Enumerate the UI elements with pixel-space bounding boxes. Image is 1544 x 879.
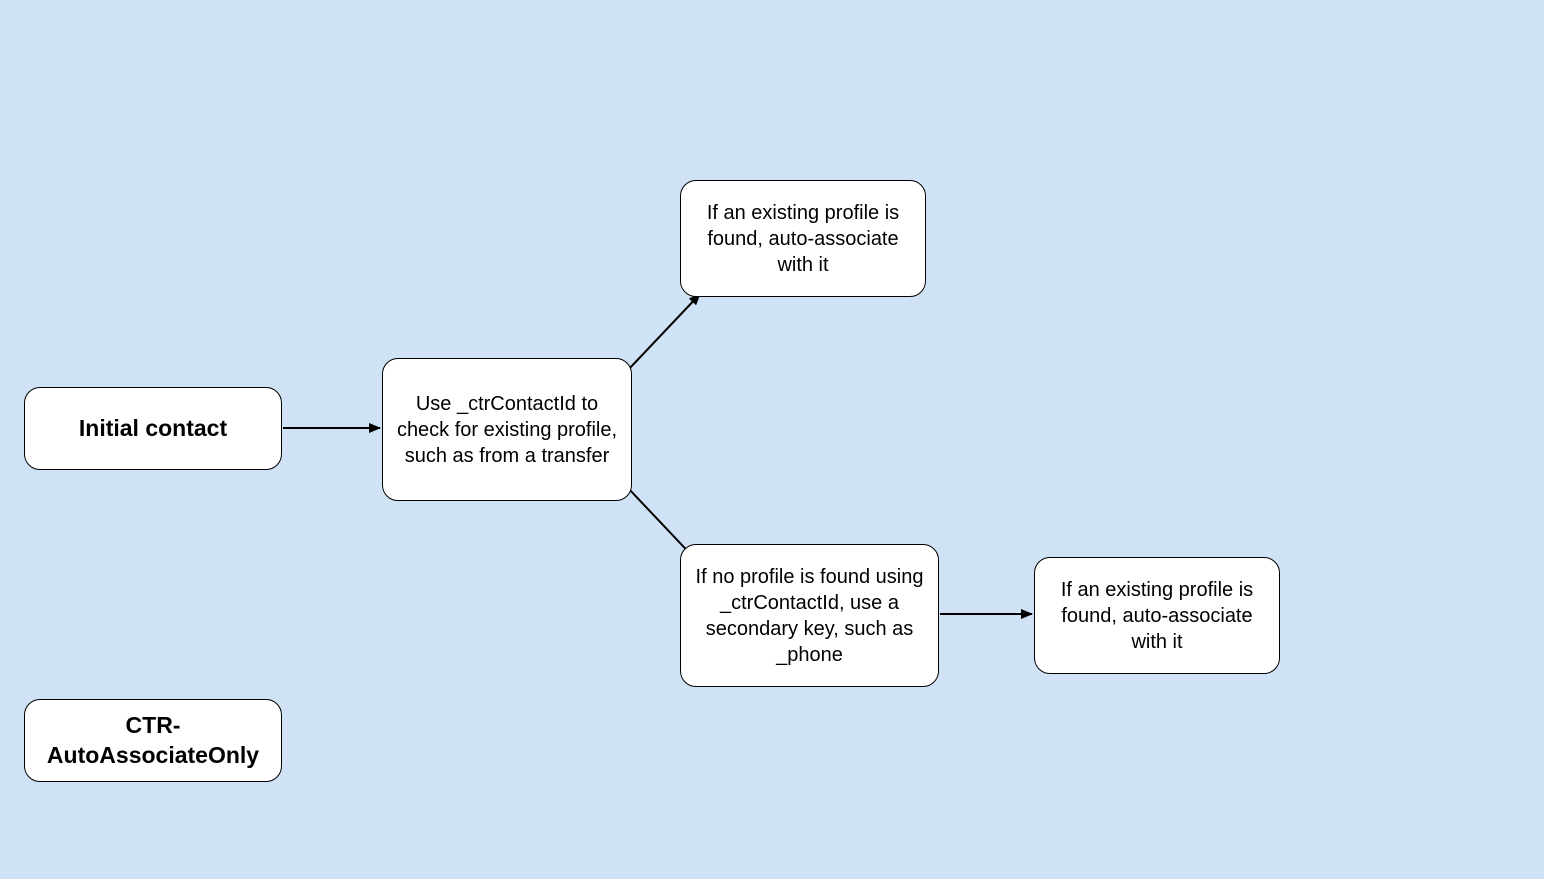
node-found-right-text: If an existing profile is found, auto-as… [1047,577,1267,655]
node-found-right: If an existing profile is found, auto-as… [1034,557,1280,674]
node-check-profile: Use _ctrContactId to check for existing … [382,358,632,501]
node-not-found-text: If no profile is found using _ctrContact… [693,564,926,668]
node-not-found: If no profile is found using _ctrContact… [680,544,939,687]
node-initial-contact: Initial contact [24,387,282,470]
node-label-ctr-text: CTR-AutoAssociateOnly [37,711,269,771]
node-check-profile-text: Use _ctrContactId to check for existing … [395,391,619,469]
node-found-top-text: If an existing profile is found, auto-as… [693,200,913,278]
node-found-top: If an existing profile is found, auto-as… [680,180,926,297]
node-label-ctr: CTR-AutoAssociateOnly [24,699,282,782]
node-initial-contact-text: Initial contact [79,414,227,444]
